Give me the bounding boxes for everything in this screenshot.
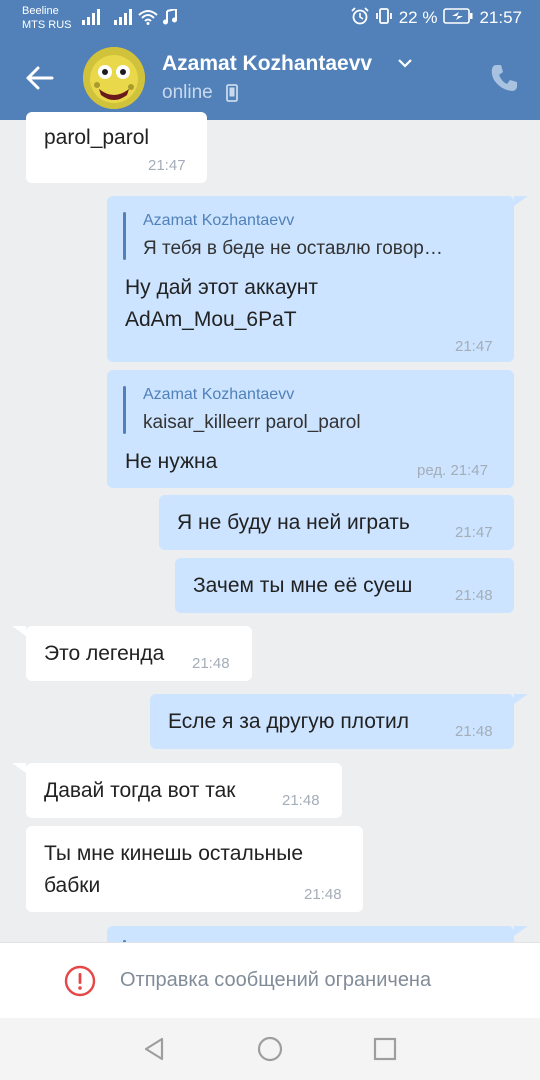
nav-back-button[interactable]: [140, 1034, 170, 1064]
message-time: ред. 21:47: [417, 462, 488, 479]
signal-icon-2: [114, 9, 134, 25]
message-text: Я не буду на ней играть: [177, 511, 410, 534]
message-outgoing[interactable]: Есле я за другую плотил 21:48: [150, 694, 528, 749]
reply-author: Azamat Kozhantaevv: [143, 386, 295, 403]
vibrate-icon: [375, 7, 393, 30]
back-arrow-icon: [26, 66, 54, 90]
message-incoming[interactable]: Ты мне кинешь остальные бабки 21:48: [26, 826, 363, 912]
call-button[interactable]: [488, 62, 520, 94]
message-text-line1: Ты мне кинешь остальные: [44, 842, 304, 865]
nav-home-button[interactable]: [255, 1034, 285, 1064]
back-button[interactable]: [20, 58, 60, 98]
status-bar: Beeline MTS RUS 22 % 21:57: [0, 0, 540, 36]
message-incoming[interactable]: Давай тогда вот так 21:48: [12, 763, 342, 818]
message-text: Не нужна: [125, 450, 218, 473]
message-time: 21:48: [455, 723, 493, 740]
reply-text: Я тебя в беде не оставлю говор…: [143, 238, 443, 259]
music-icon: [162, 9, 178, 25]
reply-bar: [123, 386, 126, 434]
mobile-phone-icon: [226, 84, 238, 102]
carrier-labels: Beeline MTS RUS: [22, 4, 72, 32]
message-incoming[interactable]: parol_parol 21:47: [26, 112, 207, 183]
message-text-line2: AdAm_Mou_6PaT: [125, 308, 297, 331]
chevron-down-icon[interactable]: [396, 57, 414, 69]
carrier-2: MTS RUS: [22, 19, 72, 31]
triangle-back-icon: [144, 1037, 164, 1061]
avatar[interactable]: [83, 47, 145, 109]
chat-header: Azamat Kozhantaevv online: [0, 36, 540, 120]
reply-author: Azamat Kozhantaevv: [143, 212, 295, 229]
contact-name[interactable]: Azamat Kozhantaevv: [162, 52, 372, 76]
square-recents-icon: [373, 1037, 397, 1061]
bubble-tail: [12, 763, 26, 773]
message-text-line1: Ну дай этот аккаунт: [125, 276, 318, 299]
message-outgoing[interactable]: Зачем ты мне её суеш 21:48: [175, 558, 514, 613]
message-outgoing[interactable]: Я не буду на ней играть 21:47: [159, 495, 514, 550]
message-text-line2: бабки: [44, 874, 101, 897]
reply-bar: [123, 212, 126, 260]
message-text: parol_parol: [44, 126, 150, 149]
restricted-message: Отправка сообщений ограничена: [120, 969, 432, 991]
wifi-icon: [138, 9, 158, 25]
system-nav-bar: [0, 1018, 540, 1080]
message-time: 21:47: [455, 338, 493, 355]
carrier-1: Beeline: [22, 5, 59, 17]
message-incoming[interactable]: Это легенда 21:48: [12, 626, 252, 681]
phone-icon: [491, 65, 517, 91]
circle-home-icon: [257, 1036, 283, 1062]
signal-icon: [82, 9, 102, 25]
contact-status: online: [162, 82, 213, 103]
message-time: 21:48: [282, 792, 320, 809]
status-right: 22 % 21:57: [351, 6, 522, 30]
message-outgoing[interactable]: Azamat Kozhantaevv Я тебя в беде не оста…: [107, 196, 528, 362]
avatar-image: [83, 47, 145, 109]
message-text: Есле я за другую плотил: [168, 710, 410, 733]
message-outgoing[interactable]: Azamat Kozhantaevv kaisar_killeerr parol…: [107, 370, 514, 488]
warning-icon: [64, 965, 96, 997]
message-time: 21:48: [455, 587, 493, 604]
message-text: Зачем ты мне её суеш: [193, 574, 413, 597]
battery-percent: 22 %: [398, 8, 438, 27]
message-text: Это легенда: [44, 642, 165, 665]
nav-recents-button[interactable]: [370, 1034, 400, 1064]
alarm-icon: [351, 6, 369, 30]
reply-text: kaisar_killeerr parol_parol: [143, 412, 361, 433]
message-time: 21:47: [148, 157, 186, 174]
message-text: Давай тогда вот так: [44, 779, 236, 802]
message-time: 21:48: [304, 886, 342, 903]
bubble-tail: [514, 196, 528, 206]
battery-icon: [443, 7, 473, 29]
bubble-tail: [514, 926, 528, 936]
bubble-tail: [514, 694, 528, 704]
messaging-restricted-bar: Отправка сообщений ограничена: [0, 942, 540, 1018]
bubble-tail: [12, 626, 26, 636]
clock: 21:57: [479, 8, 522, 27]
message-time: 21:47: [455, 524, 493, 541]
message-time: 21:48: [192, 655, 230, 672]
